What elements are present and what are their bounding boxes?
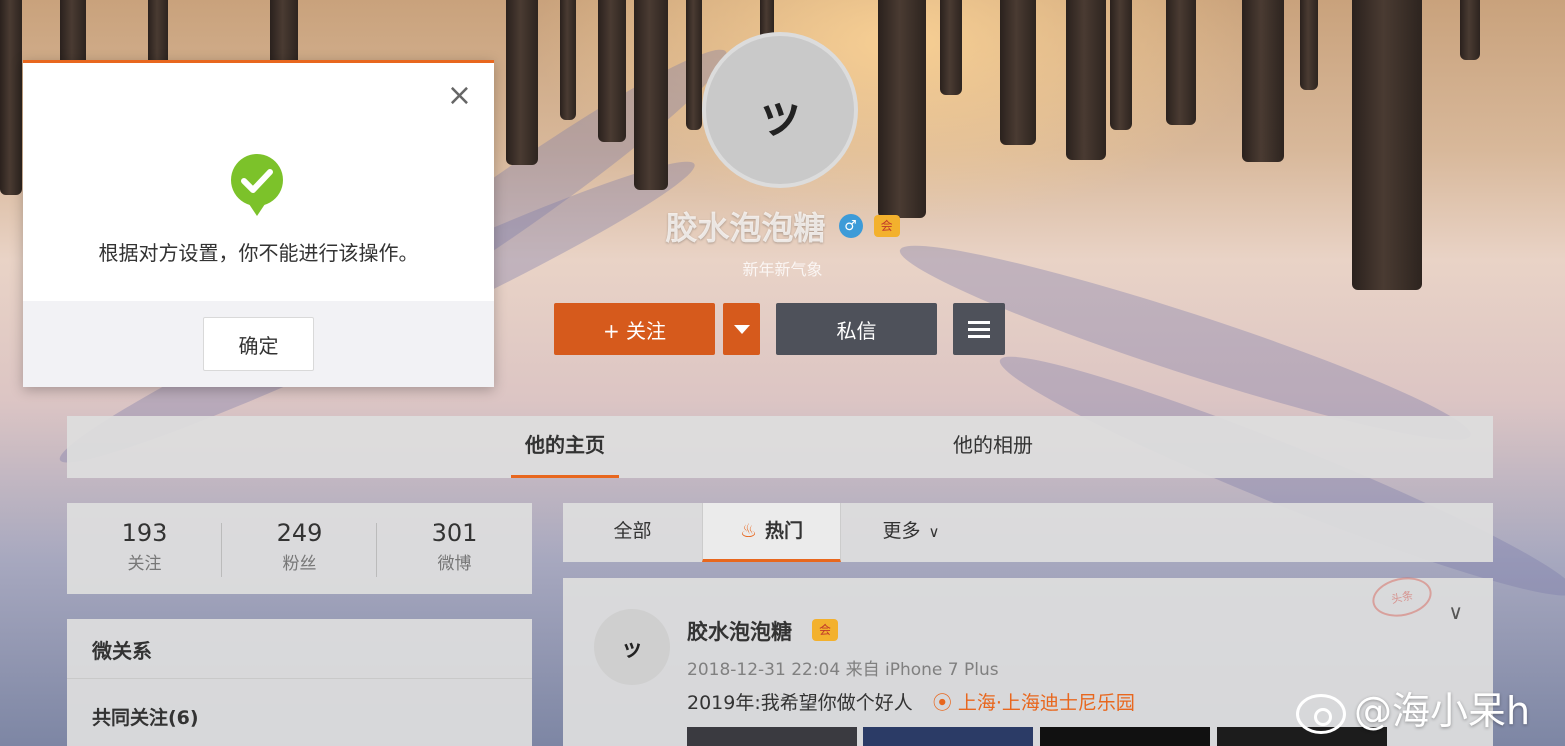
feed-tab-hot-label: 热门: [765, 520, 804, 542]
tab-home[interactable]: 他的主页: [511, 416, 619, 478]
stat-fans-label: 粉丝: [282, 554, 317, 574]
tab-album[interactable]: 他的相册: [923, 416, 1063, 478]
close-icon[interactable]: ×: [447, 81, 472, 111]
caret-down-icon: [733, 324, 750, 334]
post-text: 2019年:我希望你做个好人 ⦿ 上海·上海迪士尼乐园: [687, 688, 1135, 715]
relations-title: 微关系: [92, 639, 152, 663]
dialog-footer: 确定: [23, 301, 494, 387]
profile-avatar-char: ッ: [755, 87, 804, 143]
vip-member-icon[interactable]: 会: [873, 215, 900, 237]
post-author-avatar[interactable]: ッ: [594, 609, 670, 685]
divider: [67, 678, 532, 679]
profile-nickname: 胶水泡泡糖: [665, 209, 826, 247]
alert-dialog: × 根据对方设置，你不能进行该操作。 确定: [23, 60, 494, 387]
feed-tab-more-label: 更多: [882, 520, 921, 542]
stat-posts[interactable]: 301 微博: [377, 519, 532, 574]
profile-avatar[interactable]: ッ: [702, 32, 858, 188]
stat-fans[interactable]: 249 粉丝: [222, 519, 377, 574]
stat-posts-label: 微博: [437, 554, 472, 574]
more-menu-button[interactable]: [953, 303, 1005, 355]
post-body: 2019年:我希望你做个好人: [687, 692, 913, 714]
post-author-name[interactable]: 胶水泡泡糖: [687, 616, 792, 646]
dialog-message: 根据对方设置，你不能进行该操作。: [98, 241, 419, 265]
chevron-down-icon[interactable]: ∨: [1448, 600, 1463, 624]
vip-member-icon[interactable]: 会: [812, 619, 838, 641]
profile-tab-bar: 他的主页 他的相册: [67, 416, 1493, 478]
flame-icon: ♨: [739, 520, 758, 542]
feed-tab-all[interactable]: 全部: [563, 503, 702, 562]
follow-button-label: + 关注: [602, 318, 667, 343]
location-pin-icon: ⦿: [932, 692, 952, 714]
stat-following-label: 关注: [127, 554, 162, 574]
private-message-button[interactable]: 私信: [776, 303, 937, 355]
post-image[interactable]: [687, 727, 857, 746]
relations-panel: 微关系 共同关注(6): [67, 619, 532, 746]
post-image[interactable]: [1040, 727, 1210, 746]
weibo-logo-icon: [1296, 693, 1346, 734]
headline-stamp: 头条: [1368, 572, 1436, 622]
common-follow-link[interactable]: 共同关注(6): [92, 703, 199, 730]
profile-stats: 193 关注 249 粉丝 301 微博: [67, 503, 532, 594]
weibo-watermark: @海小呆h: [1296, 680, 1530, 735]
stat-posts-count: 301: [431, 519, 478, 547]
hamburger-icon: [968, 317, 990, 342]
private-message-label: 私信: [836, 318, 877, 343]
stat-following-count: 193: [121, 519, 168, 547]
follow-options-dropdown[interactable]: [723, 303, 760, 355]
male-gender-icon: ♂: [838, 214, 863, 238]
feed-tab-more[interactable]: 更多 ∨: [861, 503, 961, 562]
chevron-down-icon: ∨: [928, 523, 940, 541]
follow-button[interactable]: + 关注: [554, 303, 715, 355]
success-check-icon: [230, 154, 283, 216]
post-location-link[interactable]: 上海·上海迪士尼乐园: [958, 692, 1135, 714]
post-meta[interactable]: 2018-12-31 22:04 来自 iPhone 7 Plus: [687, 655, 999, 680]
stat-fans-count: 249: [276, 519, 323, 547]
watermark-text: @海小呆h: [1354, 689, 1531, 733]
feed-filter-tabs: 全部 ♨ 热门 更多 ∨: [563, 503, 1493, 562]
post-avatar-char: ッ: [620, 637, 643, 662]
confirm-button[interactable]: 确定: [203, 317, 314, 371]
feed-tab-hot[interactable]: ♨ 热门: [702, 503, 841, 562]
post-image[interactable]: [863, 727, 1033, 746]
stat-following[interactable]: 193 关注: [67, 519, 222, 574]
